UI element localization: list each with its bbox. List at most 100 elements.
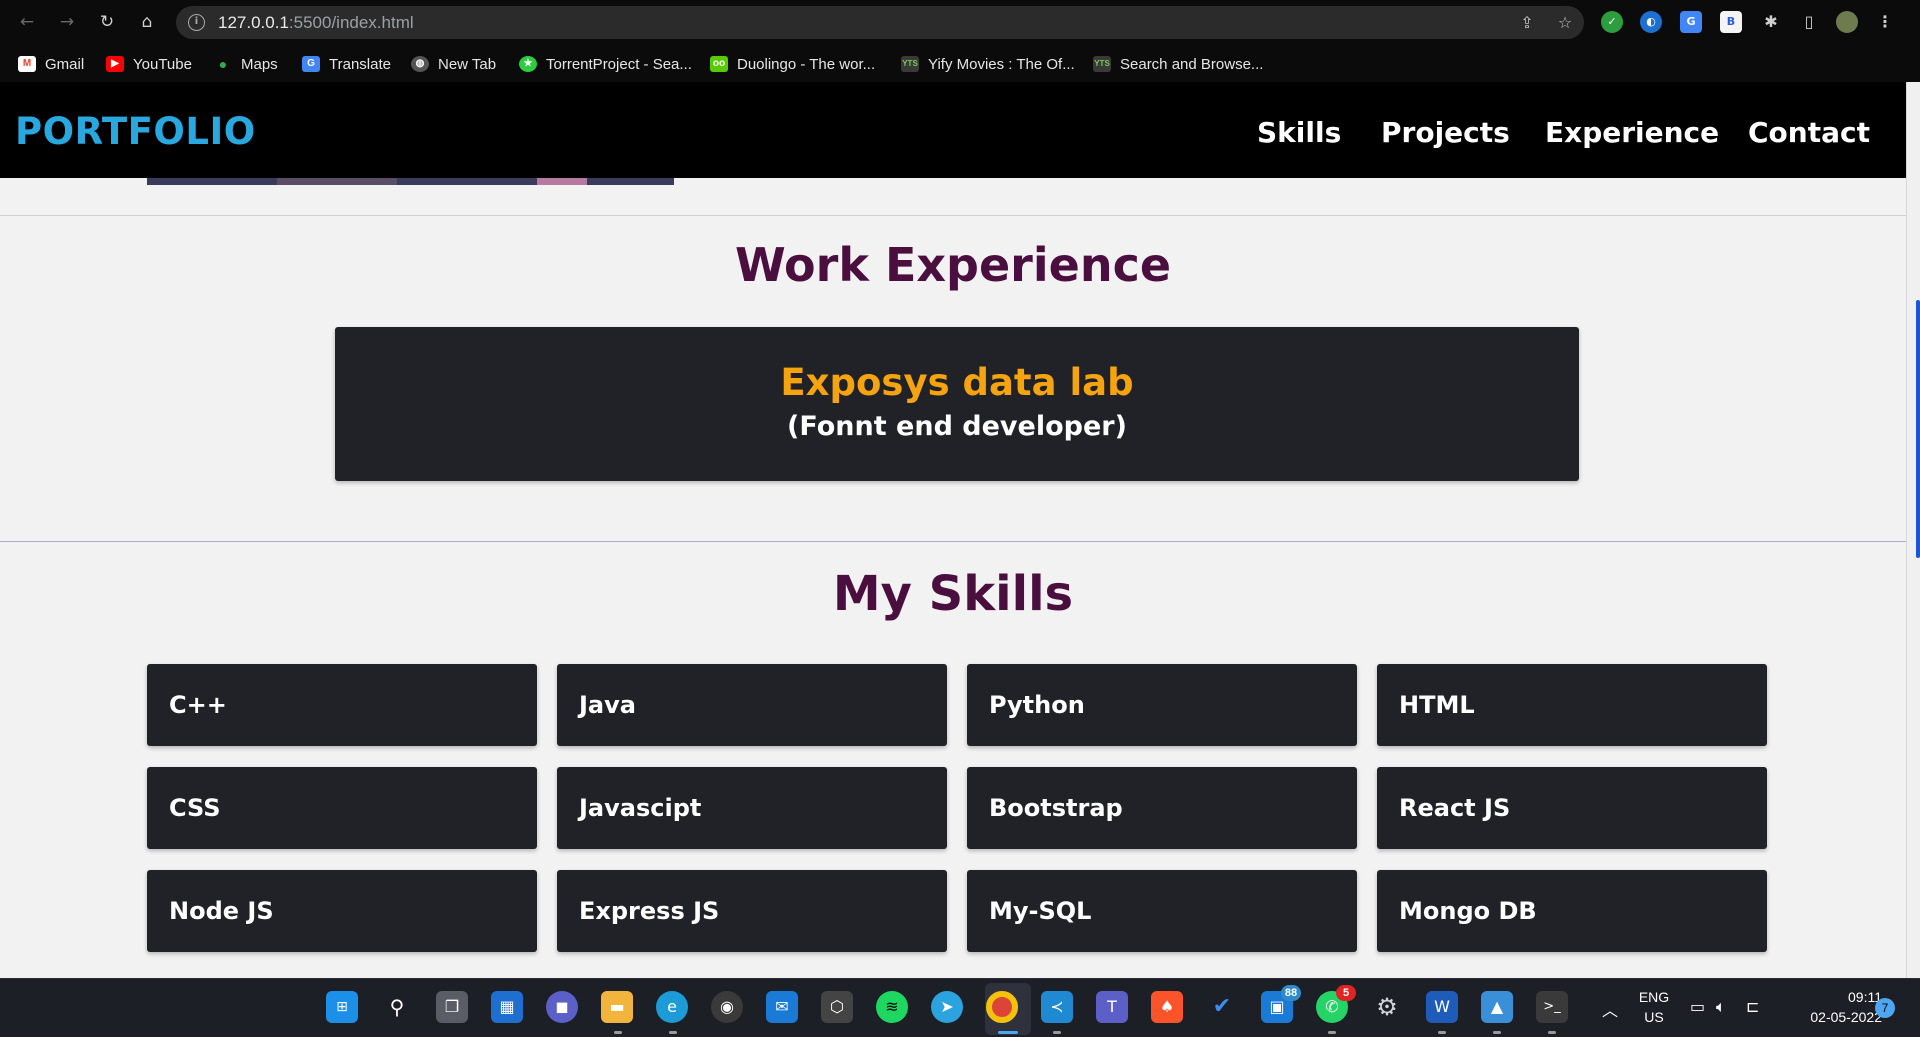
extensions-puzzle-icon[interactable]: ✱ [1760,11,1782,33]
task-view-icon[interactable]: ❐ [436,991,468,1023]
edge-icon[interactable]: e [656,991,688,1023]
unity-icon[interactable]: ⬡ [821,991,853,1023]
extension-icon[interactable]: ✓ [1601,11,1623,33]
youtube-icon: ▶ [106,56,124,72]
widgets-icon[interactable]: ▦ [491,991,523,1023]
clock-time[interactable]: 09:11 [1786,989,1882,1005]
experience-company: Exposys data lab [780,361,1134,404]
extension-icon[interactable]: B [1720,11,1742,33]
back-icon[interactable]: ← [14,9,40,35]
torrentproject-icon: ★ [519,56,537,72]
spotify-icon[interactable]: ≋ [876,991,908,1023]
telegram-icon[interactable]: ➤ [931,991,963,1023]
vscode-icon[interactable]: ≺ [1041,991,1073,1023]
bookmark-maps[interactable]: ● Maps [214,54,278,74]
running-indicator [998,1031,1018,1034]
word-icon[interactable]: W [1426,991,1458,1023]
region-indicator[interactable]: US [1634,1009,1674,1025]
battery-icon[interactable]: ⊏ [1746,997,1759,1016]
bookmark-translate[interactable]: G Translate [302,54,391,74]
url-text[interactable]: 127.0.0.1:5500/index.html [218,13,414,33]
whatsapp-icon[interactable]: ✆ 5 [1316,985,1356,1023]
duolingo-icon: oo [710,56,728,72]
network-icon[interactable]: ▭ [1690,997,1705,1016]
brave-icon[interactable]: ♠ [1151,991,1183,1023]
site-info-icon[interactable]: i [188,14,205,31]
scrollbar-thumb[interactable] [1916,300,1920,558]
section-divider [0,541,1906,542]
browser-toolbar: ← → ↻ ⌂ i 127.0.0.1:5500/index.html ⇪ ☆ … [0,0,1920,44]
skill-card: Bootstrap [967,767,1357,849]
profile-avatar[interactable] [1836,11,1858,33]
bookmark-gmail[interactable]: M Gmail [18,54,84,74]
running-indicator [1053,1031,1061,1034]
terminal-icon[interactable]: >_ [1536,991,1568,1023]
skill-card: Python [967,664,1357,746]
file-explorer-icon[interactable]: ▬ [601,991,633,1023]
maps-icon: ● [218,56,228,72]
nav-link-experience[interactable]: Experience [1545,116,1719,149]
teams-chat-icon[interactable]: ◼ [546,991,578,1023]
site-navbar: PORTFOLIO Skills Projects Experience Con… [0,82,1906,178]
skill-card: C++ [147,664,537,746]
running-indicator [1493,1031,1501,1034]
running-indicator [1328,1031,1336,1034]
bookmarks-bar: M Gmail ▶ YouTube ● Maps G Translate ◍ New Ta… [0,44,1920,82]
section-divider [0,215,1906,216]
bookmark-torrentproject[interactable]: ★ TorrentProject - Sea... [519,54,692,74]
language-indicator[interactable]: ENG [1634,989,1674,1005]
skill-card: HTML [1377,664,1767,746]
todo-icon[interactable]: ✔ [1206,991,1238,1023]
bookmark-duolingo[interactable]: oo Duolingo - The wor... [710,54,875,74]
extension-icon[interactable]: ◐ [1640,11,1662,33]
hero-image-edge [147,178,674,185]
volume-icon[interactable]: 🔈︎ [1716,997,1726,1017]
photos-icon[interactable]: ▲ [1481,991,1513,1023]
mail-icon[interactable]: ✉ [766,991,798,1023]
share-icon[interactable]: ⇪ [1516,12,1538,34]
skill-card: Express JS [557,870,947,952]
running-indicator [669,1031,677,1034]
bookmark-new-tab[interactable]: ◍ New Tab [411,54,496,74]
address-bar[interactable]: i 127.0.0.1:5500/index.html ⇪ ☆ [176,6,1584,39]
translate-extension-icon[interactable]: G [1680,11,1702,33]
clock-date[interactable]: 02-05-2022 [1786,1009,1882,1025]
skill-card: Mongo DB [1377,870,1767,952]
nav-link-projects[interactable]: Projects [1381,116,1510,149]
obs-icon[interactable]: ◉ [711,991,743,1023]
bookmark-youtube[interactable]: ▶ YouTube [106,54,192,74]
gmail-icon: M [18,56,36,72]
search-icon[interactable]: ⚲ [381,991,413,1023]
page-scrollbar[interactable] [1906,82,1920,978]
forward-icon[interactable]: → [54,9,80,35]
skills-grid: C++ Java Python HTML CSS Javascipt Boots… [147,664,1767,952]
bookmark-yify[interactable]: YTS Yify Movies : The Of... [901,54,1075,74]
home-icon[interactable]: ⌂ [134,9,160,35]
running-indicator [614,1031,622,1034]
brand-logo[interactable]: PORTFOLIO [15,110,256,153]
globe-icon: ◍ [411,56,429,72]
skill-card: My-SQL [967,870,1357,952]
store-icon[interactable]: ▣ 88 [1261,985,1301,1023]
windows-start-icon[interactable]: ⊞ [326,991,358,1023]
menu-kebab-icon[interactable]: ⋮ [1874,11,1896,33]
notification-count-badge[interactable]: 7 [1875,998,1895,1018]
nav-link-skills[interactable]: Skills [1257,116,1341,149]
bookmark-search-browse[interactable]: YTS Search and Browse... [1093,54,1263,74]
experience-card: Exposys data lab (Fonnt end developer) [335,327,1579,481]
bookmark-star-icon[interactable]: ☆ [1554,12,1576,34]
tray-overflow-chevron-icon[interactable]: ︿ [1602,997,1618,1021]
experience-role: (Fonnt end developer) [787,411,1127,442]
teams-icon[interactable]: T [1096,991,1128,1023]
running-indicator [1548,1031,1556,1034]
chrome-icon[interactable] [986,991,1018,1023]
reload-icon[interactable]: ↻ [94,9,120,35]
nav-link-contact[interactable]: Contact [1748,116,1870,149]
yify-icon: YTS [901,56,919,72]
skill-card: Java [557,664,947,746]
settings-icon[interactable]: ⚙ [1371,991,1403,1023]
whatsapp-badge: 5 [1336,985,1356,1001]
side-panel-icon[interactable]: ▯ [1798,11,1820,33]
skill-card: Node JS [147,870,537,952]
page-viewport: PORTFOLIO Skills Projects Experience Con… [0,82,1920,978]
